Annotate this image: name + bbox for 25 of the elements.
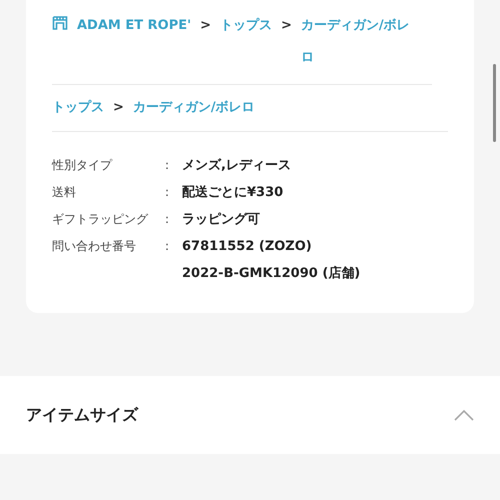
breadcrumb-link[interactable]: トップス xyxy=(220,18,272,33)
breadcrumb-link[interactable]: ADAM ET ROPE' xyxy=(77,18,192,33)
breadcrumb-link[interactable]: カーディガン/ボレロ xyxy=(300,10,412,74)
spec-label: 問い合わせ番号 xyxy=(52,238,137,255)
spec-colon: : xyxy=(165,157,170,174)
spec-colon: : xyxy=(165,184,170,201)
spec-label: ギフトラッピング xyxy=(52,211,150,228)
spec-value: ラッピング可 xyxy=(182,211,261,229)
spec-colon: : xyxy=(165,211,170,228)
store-icon xyxy=(52,15,68,31)
breadcrumb-separator: > xyxy=(200,18,212,33)
scrollbar[interactable] xyxy=(493,64,496,142)
spec-value: 67811552 (ZOZO) xyxy=(182,238,313,256)
chevron-up-icon[interactable] xyxy=(454,409,474,421)
breadcrumb-separator: > xyxy=(113,100,124,115)
spec-value: 2022-B-GMK12090 (店舗) xyxy=(182,264,362,283)
spec-label: 送料 xyxy=(52,184,77,201)
spec-value: 配送ごとに¥330 xyxy=(182,184,284,202)
spec-value: メンズ,レディース xyxy=(182,157,292,175)
spec-label: 性別タイプ xyxy=(52,157,114,174)
spec-colon: : xyxy=(165,238,170,255)
section-title[interactable]: アイテムサイズ xyxy=(26,403,138,427)
breadcrumb-link[interactable]: カーディガン/ボレロ xyxy=(132,100,255,115)
breadcrumb-separator: > xyxy=(281,18,292,33)
breadcrumb-link[interactable]: トップス xyxy=(52,100,104,115)
